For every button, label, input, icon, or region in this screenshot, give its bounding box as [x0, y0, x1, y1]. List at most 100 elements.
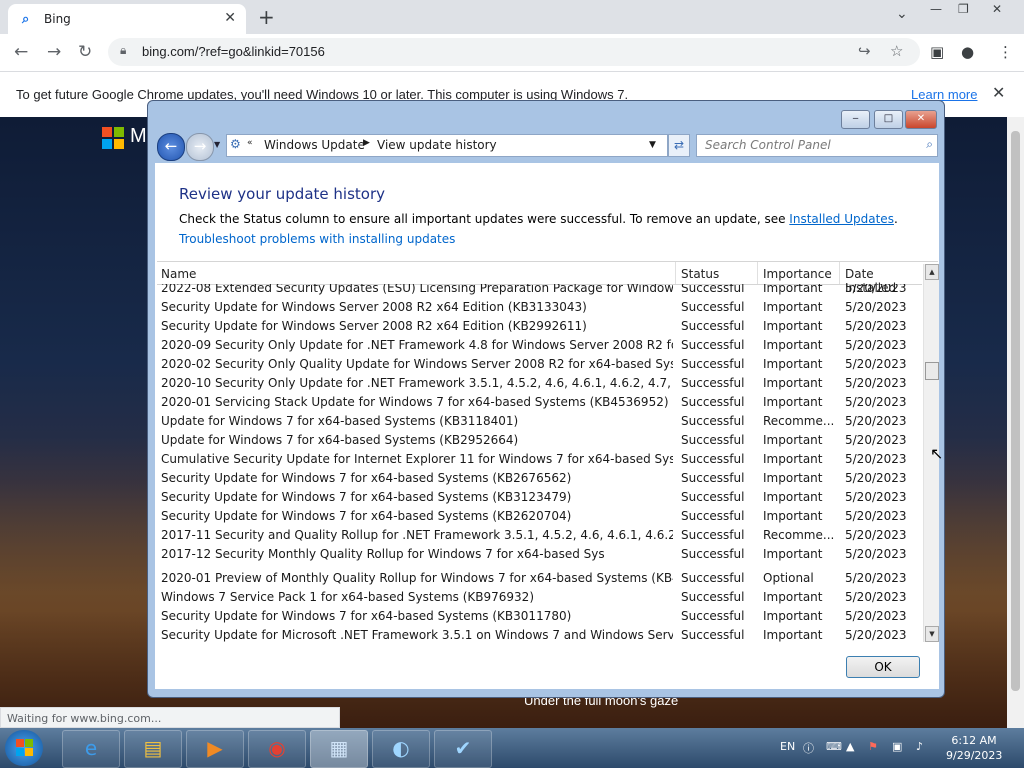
refresh-icon[interactable]: ⇄	[668, 134, 690, 157]
dialog-minimize-button[interactable]: ‒	[841, 110, 870, 129]
reload-icon[interactable]: ↻	[78, 42, 92, 62]
address-bar[interactable]: 🔒︎ bing.com/?ref=go&linkid=70156 ↪ ☆	[108, 38, 920, 66]
update-list: Name Status Importance Date Installed 20…	[157, 261, 939, 644]
close-tab-icon[interactable]: ✕	[224, 10, 236, 26]
minimize-icon[interactable]: —	[930, 2, 942, 16]
action-center-icon[interactable]: ⚑	[868, 740, 878, 753]
breadcrumb-overflow-icon[interactable]: «	[247, 138, 253, 148]
update-name-cell: Security Update for Windows 7 for x64-ba…	[161, 490, 572, 504]
logo-letter: M	[130, 125, 147, 147]
chevron-down-icon[interactable]: ⌄	[896, 6, 908, 22]
table-row[interactable]: Update for Windows 7 for x64-based Syste…	[157, 411, 922, 430]
side-panel-icon[interactable]: ▣	[930, 43, 944, 61]
breadcrumb-arrow-icon[interactable]: ▶	[363, 138, 370, 148]
table-row[interactable]: Security Update for Windows Server 2008 …	[157, 297, 922, 316]
keyboard-icon[interactable]: ⌨	[826, 740, 842, 753]
table-row[interactable]: Cumulative Security Update for Internet …	[157, 449, 922, 468]
table-row[interactable]: Security Update for Windows 7 for x64-ba…	[157, 468, 922, 487]
table-row[interactable]: Security Update for Windows Server 2008 …	[157, 316, 922, 335]
back-arrow-icon[interactable]: ←	[157, 133, 185, 161]
search-icon[interactable]: ⌕	[926, 137, 933, 152]
update-name-cell: Security Update for Windows 7 for x64-ba…	[161, 609, 572, 623]
table-row[interactable]: 2020-10 Security Only Update for .NET Fr…	[157, 373, 922, 392]
update-importance-cell: Important	[763, 590, 823, 604]
table-row[interactable]: 2022-08 Extended Security Updates (ESU) …	[157, 284, 922, 297]
restore-icon[interactable]: ❐	[958, 2, 969, 16]
table-row[interactable]: 2017-12 Security Monthly Quality Rollup …	[157, 544, 922, 563]
update-date-cell: 5/20/2023	[845, 414, 907, 428]
table-row[interactable]: Update for Windows 7 for x64-based Syste…	[157, 430, 922, 449]
microsoft-logo[interactable]	[102, 127, 124, 149]
update-date-cell: 5/20/2023	[845, 628, 907, 642]
close-infobar-icon[interactable]: ✕	[992, 83, 1005, 102]
windows-update-icon[interactable]: ✔	[434, 730, 492, 768]
troubleshoot-link[interactable]: Troubleshoot problems with installing up…	[179, 232, 455, 246]
list-scrollbar-thumb[interactable]	[925, 362, 939, 380]
internet-explorer-icon[interactable]: e	[62, 730, 120, 768]
table-row[interactable]: 2020-01 Preview of Monthly Quality Rollu…	[157, 568, 922, 587]
history-dropdown-icon[interactable]: ▼	[214, 140, 220, 149]
table-row[interactable]: 2020-09 Security Only Update for .NET Fr…	[157, 335, 922, 354]
dialog-maximize-button[interactable]: □	[874, 110, 903, 129]
bookmark-star-icon[interactable]: ☆	[890, 42, 903, 60]
update-status-cell: Successful	[681, 452, 745, 466]
table-row[interactable]: Security Update for Windows 7 for x64-ba…	[157, 606, 922, 625]
network-globe-icon[interactable]: ◐	[372, 730, 430, 768]
file-explorer-icon[interactable]: ▤	[124, 730, 182, 768]
installed-updates-link[interactable]: Installed Updates	[789, 212, 894, 226]
back-arrow-icon[interactable]: ←	[14, 42, 28, 62]
mouse-cursor-icon: ↖	[930, 444, 944, 463]
system-clock[interactable]: 6:12 AM 9/29/2023	[946, 733, 1002, 763]
share-icon[interactable]: ↪	[858, 42, 871, 60]
show-hidden-icons-icon[interactable]: ▲	[846, 740, 854, 753]
column-divider[interactable]	[839, 262, 840, 284]
scroll-down-arrow-icon[interactable]: ▼	[925, 626, 939, 642]
help-icon[interactable]: ⓘ	[803, 740, 814, 756]
breadcrumb-windows-update[interactable]: Windows Update	[264, 138, 365, 152]
update-status-cell: Successful	[681, 471, 745, 485]
scroll-up-arrow-icon[interactable]: ▲	[925, 264, 939, 280]
column-importance[interactable]: Importance	[763, 267, 832, 281]
page-scrollbar[interactable]	[1007, 117, 1024, 728]
table-row[interactable]: Security Update for Windows 7 for x64-ba…	[157, 487, 922, 506]
menu-kebab-icon[interactable]: ⋮	[998, 43, 1013, 61]
network-icon[interactable]: ▣	[892, 740, 902, 753]
search-input[interactable]: Search Control Panel ⌕	[696, 134, 938, 157]
table-row[interactable]: 2017-11 Security and Quality Rollup for …	[157, 525, 922, 544]
control-panel-icon[interactable]: ▦	[310, 730, 368, 768]
column-divider[interactable]	[675, 262, 676, 284]
forward-arrow-icon[interactable]: →	[47, 42, 61, 62]
address-dropdown-icon[interactable]: ▼	[649, 140, 656, 150]
chrome-icon[interactable]: ◉	[248, 730, 306, 768]
media-player-icon[interactable]: ▶	[186, 730, 244, 768]
update-date-cell: 5/20/2023	[845, 547, 907, 561]
update-importance-cell: Recomme...	[763, 414, 835, 428]
forward-arrow-icon[interactable]: →	[186, 133, 214, 161]
dialog-close-button[interactable]: ✕	[905, 110, 937, 129]
column-divider[interactable]	[757, 262, 758, 284]
ok-button[interactable]: OK	[846, 656, 920, 678]
column-status[interactable]: Status	[681, 267, 719, 281]
table-row[interactable]: 2020-01 Servicing Stack Update for Windo…	[157, 392, 922, 411]
table-row[interactable]: 2020-02 Security Only Quality Update for…	[157, 354, 922, 373]
profile-avatar-icon[interactable]: ●	[961, 43, 974, 61]
table-row[interactable]: Security Update for Windows 7 for x64-ba…	[157, 506, 922, 525]
breadcrumb[interactable]: ⚙ « Windows Update ▶ View update history…	[226, 134, 668, 157]
table-row[interactable]: Security Update for Microsoft .NET Frame…	[157, 625, 922, 642]
browser-tab[interactable]: ⌕ Bing ✕	[8, 4, 246, 34]
close-window-icon[interactable]: ✕	[992, 2, 1002, 16]
update-name-cell: Cumulative Security Update for Internet …	[161, 452, 673, 466]
new-tab-icon[interactable]: +	[258, 5, 275, 29]
page-scrollbar-thumb[interactable]	[1011, 131, 1020, 691]
update-name-cell: 2017-11 Security and Quality Rollup for …	[161, 528, 673, 542]
table-row[interactable]: Windows 7 Service Pack 1 for x64-based S…	[157, 587, 922, 606]
loading-status: Waiting for www.bing.com...	[0, 707, 340, 728]
update-importance-cell: Important	[763, 609, 823, 623]
language-indicator[interactable]: EN	[780, 740, 795, 753]
breadcrumb-view-history[interactable]: View update history	[377, 138, 497, 152]
column-name[interactable]: Name	[161, 267, 196, 281]
start-button[interactable]	[5, 730, 43, 766]
update-name-cell: Security Update for Windows 7 for x64-ba…	[161, 471, 572, 485]
volume-icon[interactable]: ♪	[916, 740, 923, 753]
update-name-cell: Security Update for Microsoft .NET Frame…	[161, 628, 673, 642]
